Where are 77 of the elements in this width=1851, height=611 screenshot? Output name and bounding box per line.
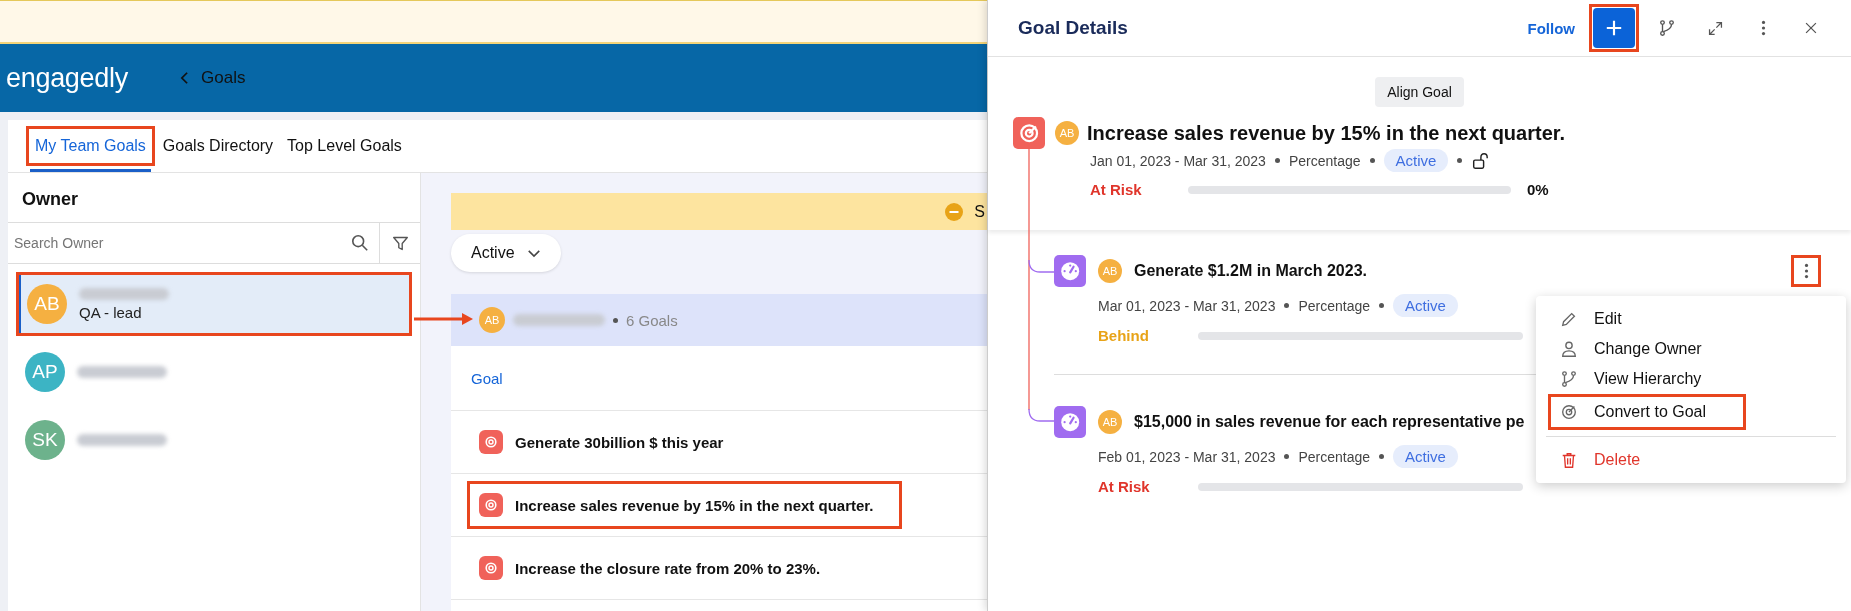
expand-icon (1706, 19, 1724, 37)
status-label: At Risk (1098, 478, 1151, 495)
close-icon (1804, 21, 1818, 35)
minus-circle-icon (944, 201, 965, 222)
target-icon (1560, 403, 1578, 421)
date-range: Feb 01, 2023 - Mar 31, 2023 (1098, 448, 1276, 465)
owner-role: QA - lead (79, 303, 143, 321)
avatar: AB (27, 284, 67, 324)
kebab-icon (1760, 20, 1766, 36)
panel-title: Owner (21, 188, 79, 211)
menu-item[interactable]: View Hierarchy (1548, 364, 1702, 394)
separator-dot (613, 317, 618, 323)
status-label: Behind (1098, 327, 1150, 344)
pencil-icon (1560, 310, 1578, 328)
status-dropdown[interactable]: Active (451, 234, 561, 272)
logo: engagedly (6, 62, 129, 94)
search-field[interactable]: Search Owner (8, 234, 351, 252)
filter-icon (391, 234, 409, 252)
menu-item[interactable]: Edit (1548, 304, 1622, 334)
tab[interactable]: My Team Goals (29, 129, 152, 163)
gauge-icon (1054, 406, 1086, 438)
goal-link[interactable]: Increase the closure rate from 20% to 23%. (515, 559, 821, 577)
menu-item[interactable]: Change Owner (1548, 334, 1702, 364)
align-goal-button[interactable]: Align Goal (1375, 77, 1464, 107)
goal-link[interactable]: Increase sales revenue by 15% in the next quarter. (515, 496, 874, 514)
separator-dot (1457, 158, 1463, 163)
chevron-down-icon (526, 248, 541, 258)
target-icon (479, 493, 503, 517)
branch-icon (1658, 19, 1676, 37)
annotation-arrow (414, 312, 474, 326)
target-icon (479, 430, 503, 454)
metric-type: Percentage (1298, 448, 1371, 465)
plus-icon (1605, 19, 1623, 37)
status-chip: Active (1393, 294, 1458, 317)
chevron-left-icon (180, 71, 189, 85)
separator-dot (1284, 454, 1290, 459)
person-icon (1560, 340, 1578, 358)
panel-title: Goal Details (1018, 17, 1128, 39)
menu-item[interactable]: Delete (1548, 445, 1641, 475)
gauge-icon (1054, 255, 1086, 287)
kebab-icon (1803, 263, 1809, 279)
progress-value: 0% (1527, 181, 1549, 198)
avatar: AB (1055, 121, 1079, 145)
avatar: SK (25, 420, 65, 460)
trash-icon (1560, 451, 1578, 469)
separator-dot (1369, 158, 1375, 163)
goal-link[interactable]: Generate 30billion $ this year (515, 433, 724, 451)
date-range: Mar 01, 2023 - Mar 31, 2023 (1098, 297, 1276, 314)
target-icon (1013, 117, 1045, 149)
follow-link[interactable]: Follow (1527, 19, 1575, 37)
branch-icon (1560, 370, 1578, 388)
metric-type: Percentage (1288, 152, 1361, 169)
date-range: Jan 01, 2023 - Mar 31, 2023 (1090, 152, 1266, 169)
status-chip: Active (1383, 149, 1449, 172)
search-icon (351, 234, 369, 252)
tab[interactable]: Top Level Goals (281, 129, 408, 163)
key-result-title: $15,000 in sales revenue for each representative pe (1134, 413, 1525, 431)
owner-row[interactable]: AB QA - lead (19, 275, 409, 333)
key-result-title: Generate $1.2M in March 2023. (1134, 262, 1367, 280)
avatar: AB (479, 307, 505, 333)
avatar: AB (1098, 410, 1122, 434)
avatar: AP (25, 352, 65, 392)
separator-dot (1274, 158, 1280, 163)
notice-text: S (974, 202, 985, 221)
metric-type: Percentage (1298, 297, 1371, 314)
goal-title: Increase sales revenue by 15% in the next quarter. (1087, 121, 1565, 145)
menu-item[interactable]: Convert to Goal (1551, 397, 1707, 427)
column-header[interactable]: Goal (471, 369, 503, 387)
goal-count: 6 Goals (626, 311, 678, 329)
status-label: At Risk (1090, 181, 1143, 198)
separator-dot (1379, 454, 1385, 459)
separator-dot (1379, 303, 1385, 308)
target-icon (479, 556, 503, 580)
separator-dot (1284, 303, 1290, 308)
avatar: AB (1098, 259, 1122, 283)
status-chip: Active (1393, 445, 1458, 468)
tab[interactable]: Goals Directory (156, 129, 280, 163)
